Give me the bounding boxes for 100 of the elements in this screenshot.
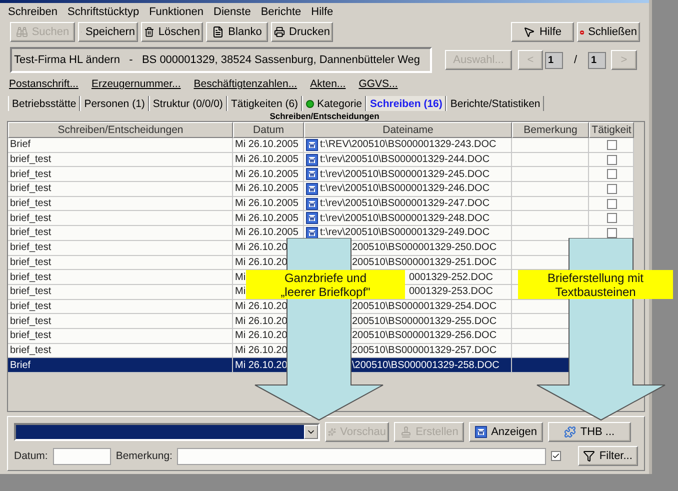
file-name: t:\rev\200510\BS000001329-245.DOC — [320, 168, 490, 180]
tab[interactable]: Schreiben (16) — [366, 96, 446, 111]
checkbox[interactable] — [607, 154, 617, 165]
filter-button[interactable]: Filter... — [578, 446, 638, 466]
table-cell: Brief — [8, 138, 233, 153]
toolbar-button[interactable]: Drucken — [271, 22, 333, 42]
file-name: 0001329-253.DOC — [409, 286, 493, 298]
table-cell: Mi 26.10.2005 — [233, 167, 304, 182]
table-cell: brief_test — [8, 328, 233, 344]
tab[interactable]: Tätigkeiten (6) — [226, 96, 302, 111]
column-header[interactable]: Tätigkeit — [589, 122, 634, 138]
menu-item[interactable]: Hilfe — [311, 6, 334, 18]
checkbox[interactable] — [607, 184, 617, 194]
toolbar-button[interactable]: Speichern — [78, 22, 138, 42]
table-cell: brief_test — [8, 240, 233, 256]
filter-icon — [583, 450, 596, 462]
table-cell: Mi 26.10.2005 — [233, 182, 304, 197]
callout: Brieferstellung mit Textbausteinen — [518, 270, 673, 299]
link[interactable]: Erzeugernummer... — [91, 78, 181, 92]
checkbox[interactable] — [607, 140, 617, 150]
action-button[interactable]: Anzeigen — [469, 422, 543, 442]
tab[interactable]: Betriebsstätte — [8, 96, 80, 111]
table-cell: brief_test — [8, 270, 233, 285]
table-cell: brief_test — [8, 300, 233, 314]
file-name: t:\rev\200510\BS000001329-249.DOC — [320, 227, 490, 238]
action-button[interactable]: THB ... — [548, 422, 631, 442]
help-button[interactable]: Hilfe — [511, 22, 574, 42]
checkbox[interactable] — [607, 169, 617, 180]
table-cell: Mi 26.10.2005 — [233, 152, 304, 168]
document-icon — [475, 426, 488, 438]
puzzle-icon — [564, 426, 576, 438]
close-button[interactable]: Schließen — [577, 22, 640, 42]
link[interactable]: Beschäftigtenzahlen... — [194, 78, 298, 92]
file-name: t:\rev\200510\BS000001329-244.DOC — [320, 154, 490, 166]
column-header[interactable]: Bemerkung — [512, 122, 589, 138]
file-name: t:\REV\200510\BS000001329-243.DOC — [320, 139, 496, 150]
remark-label: Bemerkung: — [116, 450, 172, 462]
date-label: Datum: — [14, 450, 48, 462]
link[interactable]: Postanschrift... — [9, 78, 78, 92]
file-name: 0001329-252.DOC — [409, 272, 493, 283]
dropdown-button[interactable] — [304, 425, 318, 439]
file-name: t:\rev\200510\BS000001329-248.DOC — [320, 212, 490, 224]
menu-item[interactable]: Berichte — [260, 6, 302, 18]
toolbar-button[interactable]: Blanko — [206, 22, 268, 42]
menu-item[interactable]: Schreiben — [8, 6, 58, 18]
column-header[interactable]: Schreiben/Entscheidungen — [8, 122, 233, 138]
trash-icon — [144, 26, 154, 38]
tab[interactable]: Struktur (0/0/0) — [148, 96, 227, 111]
table-cell: brief_test — [8, 256, 233, 270]
table-cell: brief_test — [8, 182, 233, 197]
link[interactable]: Akten... — [310, 78, 346, 92]
checkbox[interactable] — [607, 198, 617, 209]
record-field: Test-Firma HL ändern - BS 000001329, 38524 Sassenburg, Dannenbütteler Weg — [10, 47, 432, 73]
file-name: \200510\BS000001329-258.DOC — [352, 360, 500, 371]
stamp-icon — [400, 426, 412, 438]
page-separator: / — [572, 54, 578, 66]
column-header[interactable]: Datum — [233, 122, 304, 138]
table-cell: brief_test — [8, 344, 233, 358]
table-cell: Mi 26.10.2005 — [233, 211, 304, 226]
tab[interactable]: Berichte/Statistiken — [446, 96, 544, 111]
date-field[interactable] — [52, 448, 111, 464]
checkbox[interactable] — [607, 228, 617, 238]
pointer-icon — [523, 26, 536, 38]
file-name: t:\rev\200510\BS000001329-247.DOC — [320, 198, 490, 210]
remark-field[interactable] — [177, 448, 546, 464]
column-header[interactable]: Dateiname — [304, 122, 512, 138]
sparkle-icon — [328, 426, 336, 438]
table-cell: brief_test — [8, 152, 233, 168]
menu-item[interactable]: Dienste — [214, 6, 251, 18]
file-name: 200510\BS000001329-255.DOC — [352, 316, 497, 327]
table-cell: brief_test — [8, 211, 233, 226]
printer-icon — [274, 26, 286, 38]
table-cell: brief_test — [8, 314, 233, 329]
menu-item[interactable]: Schriftstücktyp — [68, 6, 140, 18]
file-name: 200510\BS000001329-254.DOC — [352, 300, 497, 312]
table-cell: brief_test — [8, 226, 233, 241]
table-cell: brief_test — [8, 167, 233, 182]
checkbox[interactable] — [551, 451, 562, 461]
dropdown[interactable] — [14, 423, 320, 441]
menu-item[interactable]: Funktionen — [149, 6, 204, 18]
toolbar-button[interactable]: Löschen — [141, 22, 203, 42]
table-cell: Mi 26.10.2005 — [233, 226, 304, 241]
file-name: t:\rev\200510\BS000001329-246.DOC — [320, 183, 490, 194]
table-cell: brief_test — [8, 284, 233, 300]
callout: Ganzbriefe und „leerer Briefkopf" — [246, 270, 405, 299]
table-cell: Brief — [8, 358, 233, 373]
file-name: 200510\BS000001329-250.DOC — [352, 242, 497, 254]
page-count-field: 1 — [588, 52, 606, 68]
link[interactable]: GGVS... — [358, 78, 398, 92]
checkbox[interactable] — [607, 213, 617, 224]
table-title: Schreiben/Entscheidungen — [268, 111, 380, 121]
file-name: 200510\BS000001329-257.DOC — [352, 344, 497, 356]
table-cell: Mi 26.10.2005 — [233, 196, 304, 212]
table-cell: Mi 26.10.2005 — [233, 138, 304, 153]
table-cell: brief_test — [8, 196, 233, 212]
file-name: 200510\BS000001329-256.DOC — [352, 330, 497, 342]
tab[interactable]: Personen (1) — [80, 96, 149, 111]
file-name: 200510\BS000001329-251.DOC — [352, 256, 497, 268]
page-icon — [212, 26, 224, 38]
binoculars-icon — [16, 26, 28, 38]
